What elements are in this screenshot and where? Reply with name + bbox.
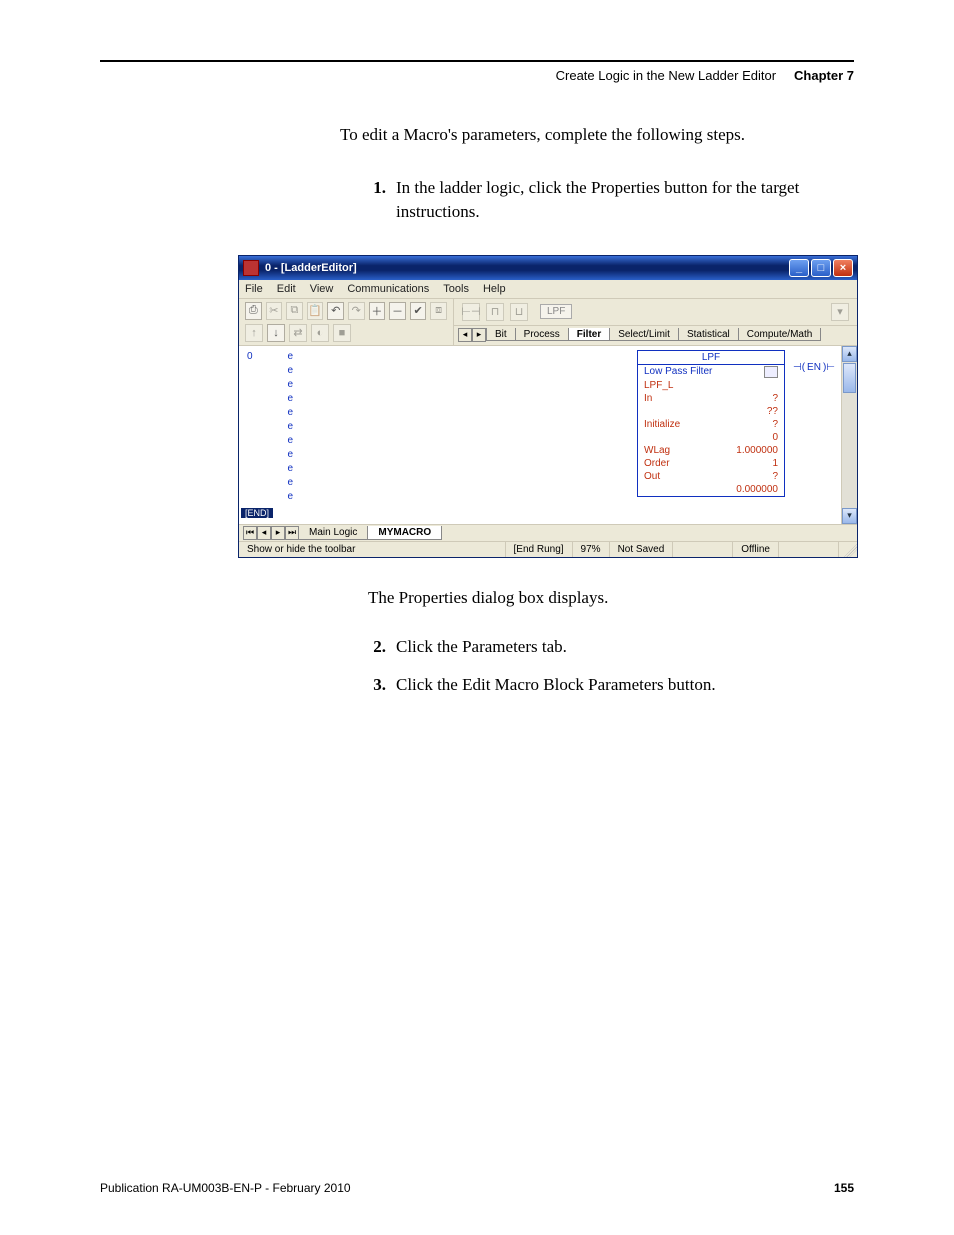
monitor-icon[interactable]: ◐ [311,324,329,342]
window-title: 0 - [LadderEditor] [265,262,789,274]
zoom-out-icon[interactable]: － [389,302,406,320]
tab-statistical[interactable]: Statistical [678,328,739,341]
menu-edit[interactable]: Edit [277,283,296,295]
page-number: 155 [834,1181,854,1195]
en-output: ⊣(EN)⊢ [793,362,835,373]
status-bar: Show or hide the toolbar [End Rung] 97% … [239,541,857,557]
routine-first-icon[interactable]: ⏮ [243,526,257,540]
stop-icon[interactable]: ■ [333,324,351,342]
dropdown-icon[interactable]: ▾ [831,303,849,321]
routine-prev-icon[interactable]: ◂ [257,526,271,540]
redo-icon[interactable]: ↷ [348,302,365,320]
step-num: 3. [368,673,386,698]
routine-tabs: ⏮ ◂ ▸ ⏭ Main Logic MYMACRO [239,524,857,541]
rung-gutter: 0e e e e e e e e e e e [END] [239,346,301,524]
scroll-thumb[interactable] [843,363,856,393]
ladder-editor-window: 0 - [LadderEditor] _ □ × File Edit View … [238,255,858,558]
download-icon[interactable]: ↓ [267,324,285,342]
status-save: Not Saved [610,542,674,557]
element-toolbar: ⊢⊣ ⊓ ⊔ LPF ▾ [454,299,857,326]
publication-info: Publication RA-UM003B-EN-P - February 20… [100,1181,351,1195]
titlebar[interactable]: 0 - [LadderEditor] _ □ × [239,256,857,280]
routine-last-icon[interactable]: ⏭ [285,526,299,540]
paste-icon[interactable]: 📋 [307,302,324,320]
copy-icon[interactable]: ⧉ [286,302,303,320]
step-1: 1. In the ladder logic, click the Proper… [368,176,854,225]
selected-element-label: LPF [540,304,572,319]
menu-tools[interactable]: Tools [443,283,469,295]
app-icon [243,260,259,276]
tab-select-limit[interactable]: Select/Limit [609,328,679,341]
scroll-down-icon[interactable]: ▾ [842,508,857,524]
lpf-block-header: LPF [638,351,784,365]
tab-main-logic[interactable]: Main Logic [298,526,368,540]
build-icon[interactable]: ⧈ [430,302,447,320]
step-text: Click the Edit Macro Block Parameters bu… [396,673,854,698]
close-button[interactable]: × [833,259,853,277]
scroll-up-icon[interactable]: ▴ [842,346,857,362]
menu-help[interactable]: Help [483,283,506,295]
menu-communications[interactable]: Communications [347,283,429,295]
step-num: 2. [368,635,386,660]
branch-icon[interactable]: ⊓ [486,303,504,321]
tab-scroll-right[interactable]: ▸ [472,328,486,342]
menubar[interactable]: File Edit View Communications Tools Help [239,280,857,299]
step-text: Click the Parameters tab. [396,635,854,660]
maximize-button[interactable]: □ [811,259,831,277]
cut-icon[interactable]: ✂ [266,302,283,320]
routine-next-icon[interactable]: ▸ [271,526,285,540]
status-hint: Show or hide the toolbar [239,542,506,557]
undo-icon[interactable]: ↶ [327,302,344,320]
vertical-scrollbar[interactable]: ▴ ▾ [841,346,857,524]
tab-compute-math[interactable]: Compute/Math [738,328,822,341]
tab-process[interactable]: Process [515,328,569,341]
tab-filter[interactable]: Filter [568,328,610,341]
status-rung: [End Rung] [506,542,573,557]
zoom-in-icon[interactable]: ＋ [369,302,386,320]
intro-text: To edit a Macro's parameters, complete t… [340,123,854,148]
step-num: 1. [368,176,386,225]
step-3: 3. Click the Edit Macro Block Parameters… [368,673,854,698]
rung-icon[interactable]: ⊢⊣ [462,303,480,321]
verify-icon[interactable]: ✔ [410,302,427,320]
caption-text: The Properties dialog box displays. [368,586,854,611]
upload-icon[interactable]: ↑ [245,324,263,342]
menu-file[interactable]: File [245,283,263,295]
tab-mymacro[interactable]: MYMACRO [367,526,442,540]
lpf-instruction-block[interactable]: LPF Low Pass Filter LPF_L In? ?? Initial… [637,350,785,497]
main-toolbar: ⎙ ✂ ⧉ 📋 ↶ ↷ ＋ － ✔ ⧈ ↑ ↓ ⇄ ◐ ■ [239,299,454,345]
header-chapter: Chapter 7 [794,68,854,83]
status-zoom: 97% [573,542,610,557]
category-tabs: ◂ ▸ Bit Process Filter Select/Limit Stat… [454,326,857,344]
header-section: Create Logic in the New Ladder Editor [556,68,776,83]
tab-bit[interactable]: Bit [486,328,516,341]
properties-button-icon[interactable] [764,366,778,378]
resize-grip-icon[interactable] [839,542,857,557]
menu-view[interactable]: View [310,283,334,295]
tab-scroll-left[interactable]: ◂ [458,328,472,342]
end-rung-label: [END] [241,508,273,518]
ladder-canvas[interactable]: 0e e e e e e e e e e e [END] LPF Low Pas… [239,346,857,524]
branch-level-icon[interactable]: ⊔ [510,303,528,321]
minimize-button[interactable]: _ [789,259,809,277]
go-online-icon[interactable]: ⇄ [289,324,307,342]
step-2: 2. Click the Parameters tab. [368,635,854,660]
print-icon[interactable]: ⎙ [245,302,262,320]
status-connection: Offline [733,542,779,557]
step-text: In the ladder logic, click the Propertie… [396,176,854,225]
